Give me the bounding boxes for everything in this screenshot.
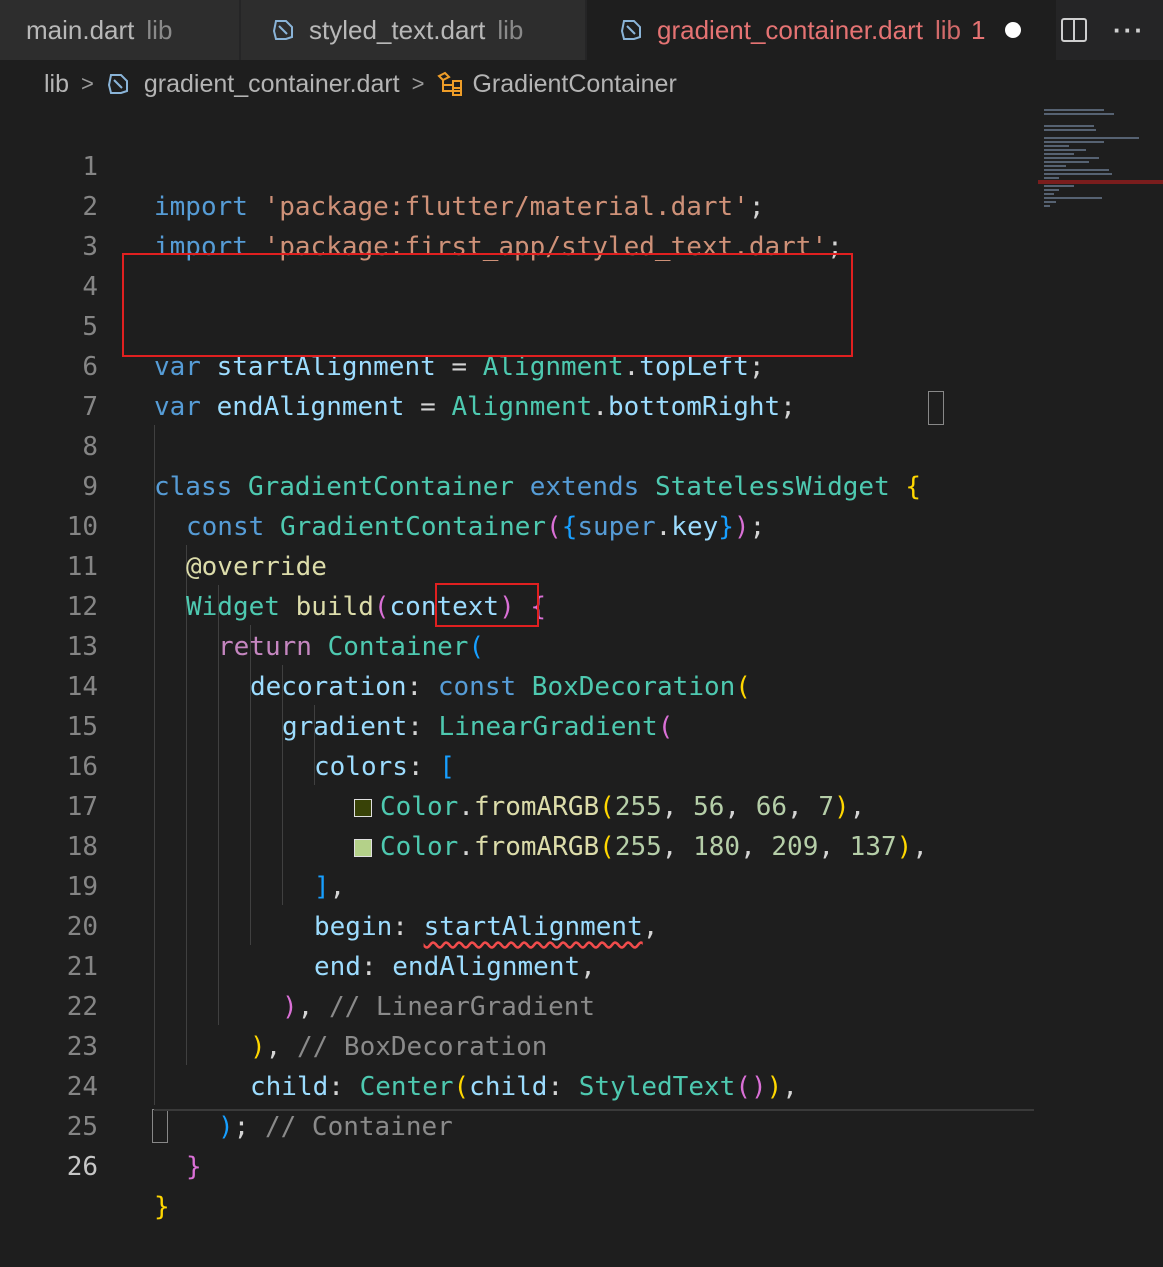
- editor-tab-bar: main.dart lib styled_text.dart lib gradi…: [0, 0, 1163, 60]
- dart-file-icon: [620, 20, 641, 40]
- code-line: 7: [0, 347, 1040, 422]
- breadcrumb-symbol-label: GradientContainer: [472, 69, 677, 98]
- code-line: 14 gradient: LinearGradient(: [0, 627, 1040, 742]
- code-line: 10 @override: [0, 467, 1040, 582]
- chevron-right-icon: >: [411, 71, 425, 96]
- code-line: 6 var endAlignment = Alignment.bottomRig…: [0, 307, 1040, 422]
- code-line: 9 const GradientContainer({super.key});: [0, 427, 1040, 542]
- code-line: 20 end: endAlignment,: [0, 867, 1040, 982]
- tab-gradient-container-dart[interactable]: gradient_container.dart lib 1: [587, 0, 1057, 60]
- breadcrumb-folder[interactable]: lib: [44, 70, 69, 99]
- dart-file-icon: [272, 20, 293, 40]
- split-editor-icon[interactable]: [1061, 18, 1088, 42]
- code-line: 19 begin: startAlignment,: [0, 827, 1040, 942]
- code-line: 12 return Container(: [0, 547, 1040, 662]
- bracket: }: [154, 1192, 170, 1222]
- breadcrumb-file-label: gradient_container.dart: [143, 69, 400, 98]
- breadcrumb: lib > gradient_container.dart > Gradient…: [0, 60, 1163, 108]
- code-editor[interactable]: 1 import 'package:flutter/material.dart'…: [0, 107, 1163, 1222]
- code-line: 4: [0, 227, 1040, 302]
- tab-error-count: 1: [970, 14, 986, 45]
- code-line: 1 import 'package:flutter/material.dart'…: [0, 107, 1040, 222]
- tab-dir: lib: [934, 14, 961, 45]
- code-line: 15 colors: [: [0, 667, 1040, 782]
- code-line: 17 Color.fromARGB(255, 180, 209, 137),: [0, 747, 1040, 862]
- horizontal-scrollbar[interactable]: [154, 1109, 1034, 1111]
- bracket-match-highlight: [928, 391, 944, 425]
- code-line: 22 ), // BoxDecoration: [0, 947, 1040, 1062]
- minimap[interactable]: [1038, 107, 1163, 1143]
- code-line: 11 Widget build(context) {: [0, 507, 1040, 622]
- code-line: 25 }: [0, 1067, 1040, 1182]
- class-symbol-icon: [437, 71, 463, 96]
- tab-label: styled_text.dart: [309, 14, 486, 45]
- code-line: 8 class GradientContainer extends Statel…: [0, 387, 1040, 502]
- tab-label: main.dart: [26, 14, 135, 45]
- line-number: 26: [66, 1152, 98, 1182]
- tab-dir: lib: [497, 14, 524, 45]
- bracket-match-highlight: [152, 1109, 168, 1143]
- code-line: 18 ],: [0, 787, 1040, 902]
- unsaved-dot-icon[interactable]: [1005, 22, 1022, 38]
- tab-styled-text-dart[interactable]: styled_text.dart lib: [241, 0, 586, 60]
- breadcrumb-symbol[interactable]: GradientContainer: [436, 69, 677, 99]
- tab-main-dart[interactable]: main.dart lib: [0, 0, 240, 60]
- chevron-right-icon: >: [81, 71, 94, 96]
- code-line: 2 import 'package:first_app/styled_text.…: [0, 147, 1040, 262]
- code-line: 5 var startAlignment = Alignment.topLeft…: [0, 267, 1040, 382]
- tab-label: gradient_container.dart: [657, 14, 923, 45]
- breadcrumb-file[interactable]: gradient_container.dart: [106, 70, 400, 99]
- code-line: 21 ), // LinearGradient: [0, 907, 1040, 1022]
- code-line: 3: [0, 187, 1040, 262]
- code-line: 23 child: Center(child: StyledText()),: [0, 987, 1040, 1102]
- code-line: 24 ); // Container: [0, 1027, 1040, 1142]
- more-actions-icon[interactable]: ···: [1113, 15, 1145, 46]
- minimap-error-marker: [1038, 180, 1163, 184]
- tab-dir: lib: [146, 14, 173, 45]
- dart-file-icon: [107, 74, 128, 94]
- bracket: }: [186, 1152, 202, 1182]
- code-line: 13 decoration: const BoxDecoration(: [0, 587, 1040, 702]
- code-line: 16 Color.fromARGB(255, 56, 66, 7),: [0, 707, 1040, 822]
- tab-actions: ···: [1061, 0, 1163, 60]
